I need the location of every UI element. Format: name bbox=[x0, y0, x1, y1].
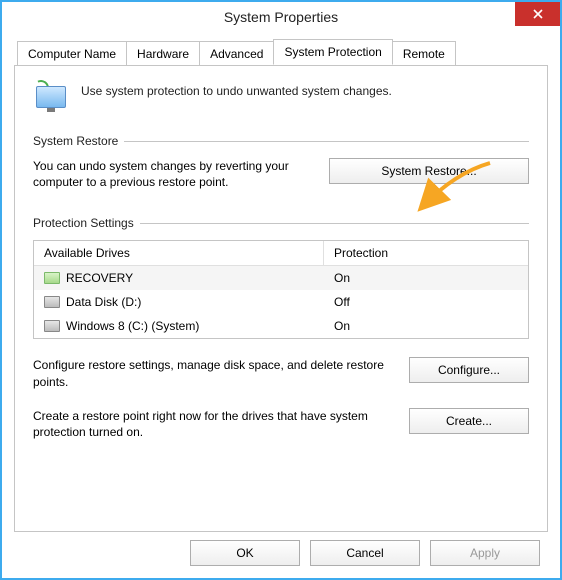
section-protection-settings: Protection Settings bbox=[33, 216, 529, 230]
drive-name: Windows 8 (C:) (System) bbox=[66, 319, 199, 333]
drive-name: RECOVERY bbox=[66, 271, 133, 285]
tab-advanced[interactable]: Advanced bbox=[199, 41, 274, 65]
drive-protection: On bbox=[324, 271, 528, 285]
drives-list: Available Drives Protection RECOVERY On … bbox=[33, 240, 529, 339]
column-drives[interactable]: Available Drives bbox=[34, 241, 324, 265]
intro-row: Use system protection to undo unwanted s… bbox=[33, 80, 529, 116]
drive-row[interactable]: RECOVERY On bbox=[34, 266, 528, 290]
titlebar: System Properties bbox=[2, 2, 560, 32]
tab-page-system-protection: Use system protection to undo unwanted s… bbox=[14, 66, 548, 532]
tab-system-protection[interactable]: System Protection bbox=[273, 39, 392, 65]
dialog-body: Computer Name Hardware Advanced System P… bbox=[2, 32, 560, 532]
create-description: Create a restore point right now for the… bbox=[33, 408, 393, 440]
section-label: Protection Settings bbox=[33, 216, 134, 230]
system-protection-icon bbox=[33, 80, 69, 116]
drives-header: Available Drives Protection bbox=[34, 241, 528, 266]
drive-row[interactable]: Windows 8 (C:) (System) On bbox=[34, 314, 528, 338]
drive-icon bbox=[44, 296, 60, 308]
close-button[interactable] bbox=[515, 2, 560, 26]
drive-row[interactable]: Data Disk (D:) Off bbox=[34, 290, 528, 314]
tabstrip: Computer Name Hardware Advanced System P… bbox=[14, 40, 548, 66]
apply-button[interactable]: Apply bbox=[430, 540, 540, 566]
restore-description: You can undo system changes by reverting… bbox=[33, 158, 313, 190]
tab-computer-name[interactable]: Computer Name bbox=[17, 41, 127, 65]
section-system-restore: System Restore bbox=[33, 134, 529, 148]
system-restore-button[interactable]: System Restore... bbox=[329, 158, 529, 184]
drive-name: Data Disk (D:) bbox=[66, 295, 141, 309]
tab-hardware[interactable]: Hardware bbox=[126, 41, 200, 65]
window-title: System Properties bbox=[224, 9, 338, 25]
restore-row: You can undo system changes by reverting… bbox=[33, 158, 529, 190]
cancel-button[interactable]: Cancel bbox=[310, 540, 420, 566]
configure-description: Configure restore settings, manage disk … bbox=[33, 357, 393, 389]
configure-button[interactable]: Configure... bbox=[409, 357, 529, 383]
drive-icon bbox=[44, 272, 60, 284]
system-properties-window: System Properties Computer Name Hardware… bbox=[0, 0, 562, 580]
configure-row: Configure restore settings, manage disk … bbox=[33, 357, 529, 389]
drive-icon bbox=[44, 320, 60, 332]
ok-button[interactable]: OK bbox=[190, 540, 300, 566]
section-label: System Restore bbox=[33, 134, 118, 148]
divider bbox=[124, 141, 529, 142]
dialog-buttons: OK Cancel Apply bbox=[190, 540, 540, 566]
column-protection[interactable]: Protection bbox=[324, 241, 528, 265]
create-row: Create a restore point right now for the… bbox=[33, 408, 529, 440]
drive-protection: Off bbox=[324, 295, 528, 309]
tab-remote[interactable]: Remote bbox=[392, 41, 456, 65]
create-button[interactable]: Create... bbox=[409, 408, 529, 434]
drive-protection: On bbox=[324, 319, 528, 333]
intro-text: Use system protection to undo unwanted s… bbox=[81, 80, 392, 98]
close-icon bbox=[533, 9, 543, 19]
divider bbox=[140, 223, 529, 224]
